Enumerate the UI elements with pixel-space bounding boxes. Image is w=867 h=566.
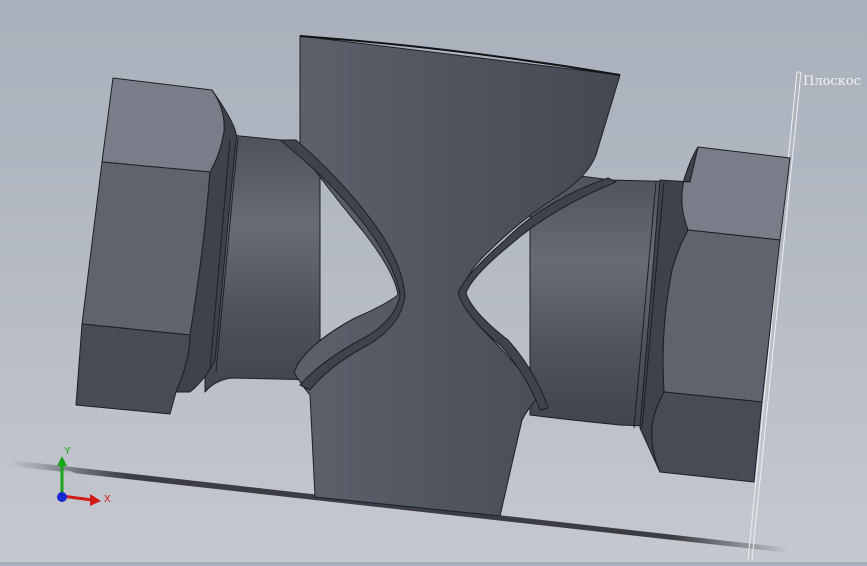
triad-y-label: Y xyxy=(64,446,71,457)
model-canvas[interactable]: Y X xyxy=(0,0,867,562)
plane-label[interactable]: Плоскос xyxy=(803,74,861,89)
left-hex-face-middle xyxy=(81,161,211,336)
left-hex-face-bottom xyxy=(75,323,191,415)
right-hex-face-bottom xyxy=(651,391,763,483)
triad-x-label: X xyxy=(104,494,111,505)
graphics-viewport[interactable]: Y X Плоскос xyxy=(0,0,867,562)
left-hex-face-top xyxy=(101,77,225,173)
right-hex-face-middle xyxy=(662,229,781,403)
right-hex-face-top xyxy=(681,146,791,241)
pipe-cross-fitting[interactable] xyxy=(75,35,791,517)
